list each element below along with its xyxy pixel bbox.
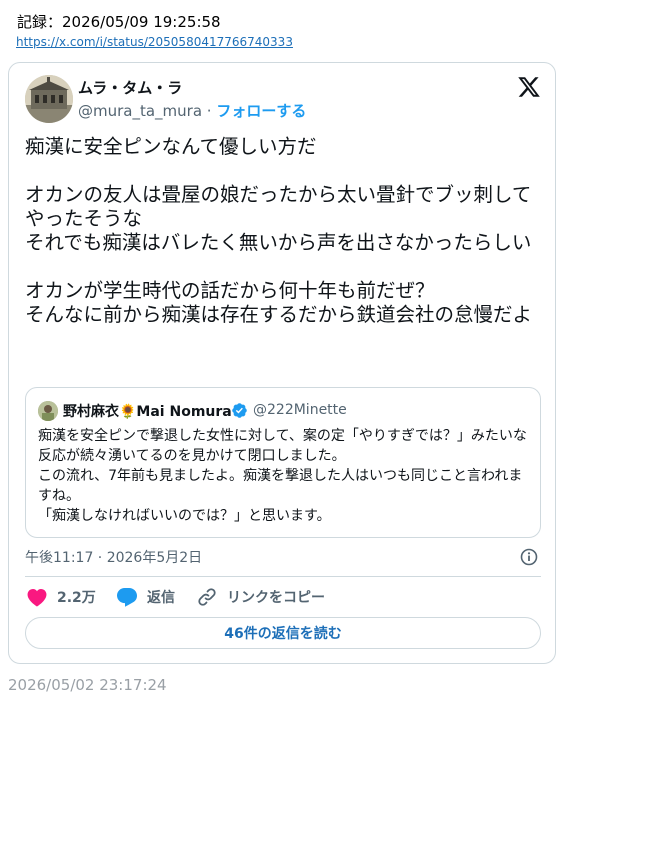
author-handle-line: @mura_ta_mura · フォローする	[78, 100, 306, 121]
footer-date: 2026/05/02 23:17:24	[8, 676, 167, 694]
follow-button[interactable]: フォローする	[216, 102, 306, 120]
verified-badge-icon	[231, 402, 248, 419]
author-avatar[interactable]	[25, 75, 73, 123]
author-handle[interactable]: @mura_ta_mura	[78, 102, 202, 120]
heart-icon	[27, 589, 47, 607]
handle-separator: ·	[202, 102, 217, 120]
quoted-tweet[interactable]: 野村麻衣🌻Mai Nomura @222Minette 痴漢を安全ピンで撃退した…	[25, 387, 541, 538]
quoted-author-name[interactable]: 野村麻衣🌻Mai Nomura	[63, 401, 232, 421]
tweet-text: 痴漢に安全ピンなんて優しい方だ オカンの友人は畳屋の娘だったから太い畳針でブッ刺…	[25, 135, 533, 326]
like-button[interactable]: 2.2万	[25, 585, 96, 609]
record-url-link[interactable]: https://x.com/i/status/20505804177667403…	[16, 35, 293, 49]
info-icon[interactable]	[519, 547, 539, 567]
reply-button[interactable]: 返信	[115, 585, 175, 609]
tweet-timestamp[interactable]: 午後11:17 · 2026年5月2日	[25, 547, 202, 567]
quoted-tweet-text: 痴漢を安全ピンで撃退した女性に対して、案の定「やりすぎでは？」みたいな反応が続々…	[38, 428, 527, 524]
record-label: 記録：2026/05/09 19:25:58	[17, 13, 221, 31]
link-icon	[198, 588, 216, 606]
divider	[25, 576, 541, 577]
quoted-author-avatar[interactable]	[38, 401, 58, 421]
copy-link-label: リンクをコピー	[227, 590, 325, 606]
author-name[interactable]: ムラ・タム・ラ	[78, 77, 182, 98]
like-count: 2.2万	[57, 590, 96, 606]
quoted-author-handle[interactable]: @222Minette	[253, 402, 347, 418]
reply-label: 返信	[147, 590, 175, 606]
reply-bubble-icon	[117, 588, 137, 607]
x-logo-icon[interactable]	[516, 75, 542, 99]
read-replies-button[interactable]: 46件の返信を読む	[25, 617, 541, 649]
copy-link-button[interactable]: リンクをコピー	[195, 585, 325, 609]
tweet-card: ムラ・タム・ラ @mura_ta_mura · フォローする 痴漢に安全ピンなん…	[8, 62, 556, 664]
